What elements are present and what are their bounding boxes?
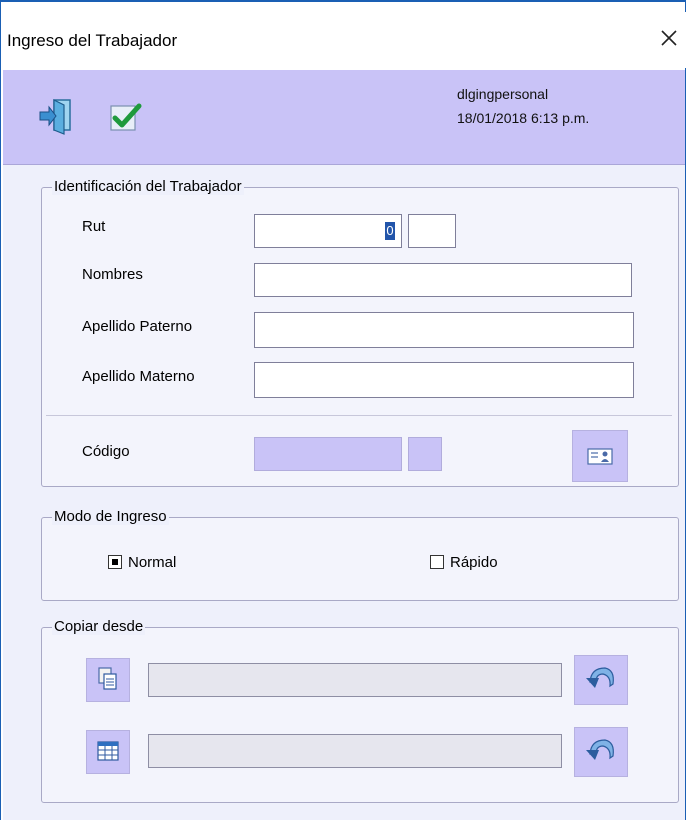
codigo-input — [254, 437, 402, 471]
codigo-dv-input — [408, 437, 442, 471]
radio-normal-label: Normal — [128, 554, 177, 571]
copy-source-field-2[interactable] — [148, 734, 562, 768]
rut-dv-input[interactable] — [408, 214, 456, 248]
apellido-materno-label: Apellido Materno — [82, 368, 195, 385]
codigo-label: Código — [82, 443, 130, 460]
copy-source-field-1[interactable] — [148, 663, 562, 697]
apellido-materno-input[interactable] — [254, 362, 634, 398]
copiar-desde-group: Copiar desde — [41, 618, 679, 803]
close-icon — [661, 30, 677, 46]
modo-ingreso-legend: Modo de Ingreso — [52, 508, 169, 525]
date-time: 18/01/2018 6:13 p.m. — [457, 110, 590, 126]
dialog-window: Ingreso del Trabajador dlgingpersonal 18… — [0, 0, 686, 820]
check-icon — [110, 103, 142, 131]
apellido-paterno-input[interactable] — [254, 312, 634, 348]
identificacion-group: Identificación del Trabajador Rut 0 Nomb… — [41, 178, 679, 487]
undo-button-2[interactable] — [574, 727, 628, 777]
undo-button-1[interactable] — [574, 655, 628, 705]
nombres-label: Nombres — [82, 266, 143, 283]
copy-document-icon — [98, 667, 117, 690]
radio-normal-indicator[interactable] — [108, 555, 122, 569]
rut-input[interactable]: 0 — [254, 214, 402, 248]
id-card-icon — [587, 448, 613, 465]
radio-normal[interactable]: Normal — [108, 554, 228, 574]
apellido-paterno-label: Apellido Paterno — [82, 318, 193, 335]
radio-selected-dot — [112, 559, 118, 565]
rut-value: 0 — [385, 222, 395, 240]
close-button[interactable] — [657, 28, 681, 52]
undo-icon — [586, 667, 614, 688]
radio-rapido-label: Rápido — [450, 554, 498, 571]
title-bar: Ingreso del Trabajador — [1, 12, 686, 68]
toolbar: dlgingpersonal 18/01/2018 6:13 p.m. — [3, 70, 685, 165]
user-name: dlgingpersonal — [457, 86, 549, 102]
form-body: Identificación del Trabajador Rut 0 Nomb… — [3, 165, 685, 820]
radio-rapido[interactable]: Rápido — [430, 554, 550, 574]
nombres-input[interactable] — [254, 263, 632, 297]
modo-ingreso-group: Modo de Ingreso Normal Rápido — [41, 508, 679, 601]
exit-door-button[interactable] — [37, 96, 77, 136]
identificacion-legend: Identificación del Trabajador — [52, 178, 244, 195]
separator — [46, 415, 672, 416]
window-title: Ingreso del Trabajador — [7, 31, 178, 50]
rut-label: Rut — [82, 218, 106, 235]
copy-document-button[interactable] — [86, 658, 130, 702]
window-top-border — [1, 0, 686, 2]
copy-table-button[interactable] — [86, 730, 130, 774]
exit-door-icon — [39, 99, 71, 135]
copiar-desde-legend: Copiar desde — [52, 618, 146, 635]
radio-rapido-indicator[interactable] — [430, 555, 444, 569]
table-grid-icon — [97, 741, 119, 761]
undo-icon — [586, 739, 614, 760]
employee-card-button[interactable] — [572, 430, 628, 482]
accept-check-button[interactable] — [107, 98, 147, 138]
